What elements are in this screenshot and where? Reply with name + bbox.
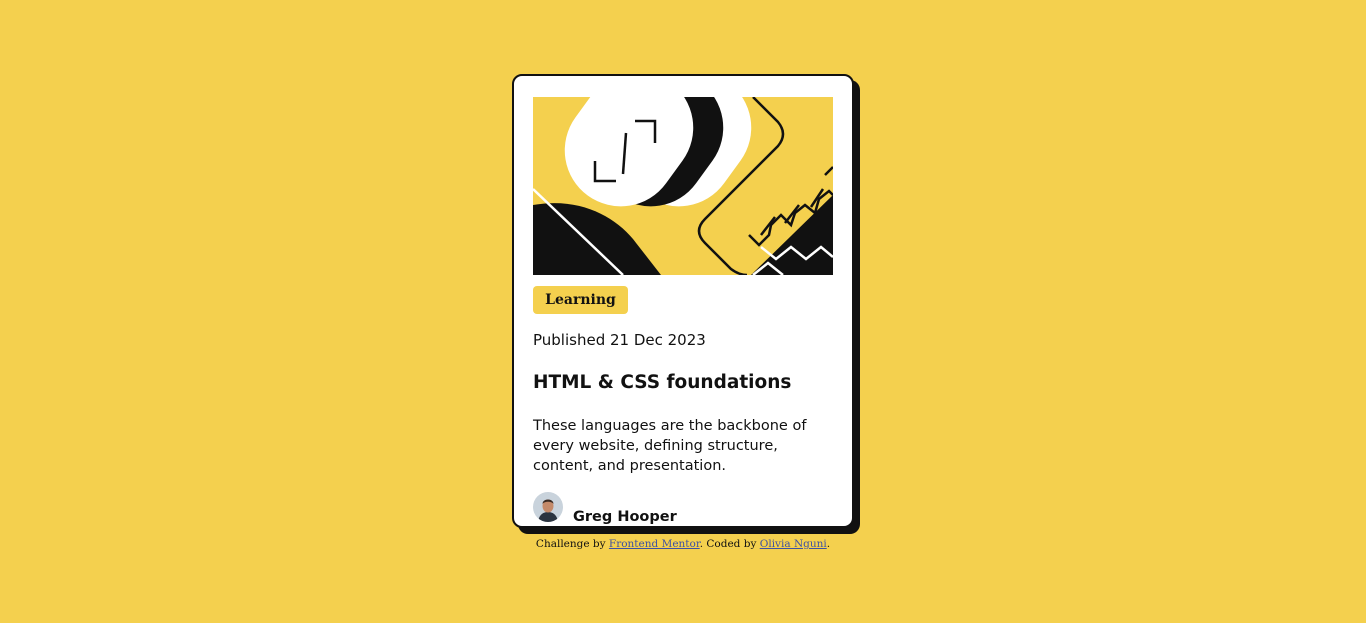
attribution-middle: . Coded by [699, 538, 760, 550]
author-avatar [533, 492, 563, 522]
frontend-mentor-link[interactable]: Frontend Mentor [609, 538, 700, 550]
card-title[interactable]: HTML & CSS foundations [533, 372, 791, 393]
published-date: Published 21 Dec 2023 [533, 331, 706, 349]
blog-preview-card: Learning Published 21 Dec 2023 HTML & CS… [512, 74, 854, 528]
attribution-suffix: . [826, 538, 831, 550]
attribution: Challenge by Frontend Mentor. Coded by O… [0, 538, 1366, 550]
author-name: Greg Hooper [573, 509, 677, 525]
category-tag: Learning [533, 286, 628, 314]
author-link[interactable]: Olivia Nguni [760, 538, 827, 550]
card-illustration [533, 97, 833, 275]
card-description: These languages are the backbone of ever… [533, 418, 807, 474]
attribution-prefix: Challenge by [535, 538, 609, 550]
